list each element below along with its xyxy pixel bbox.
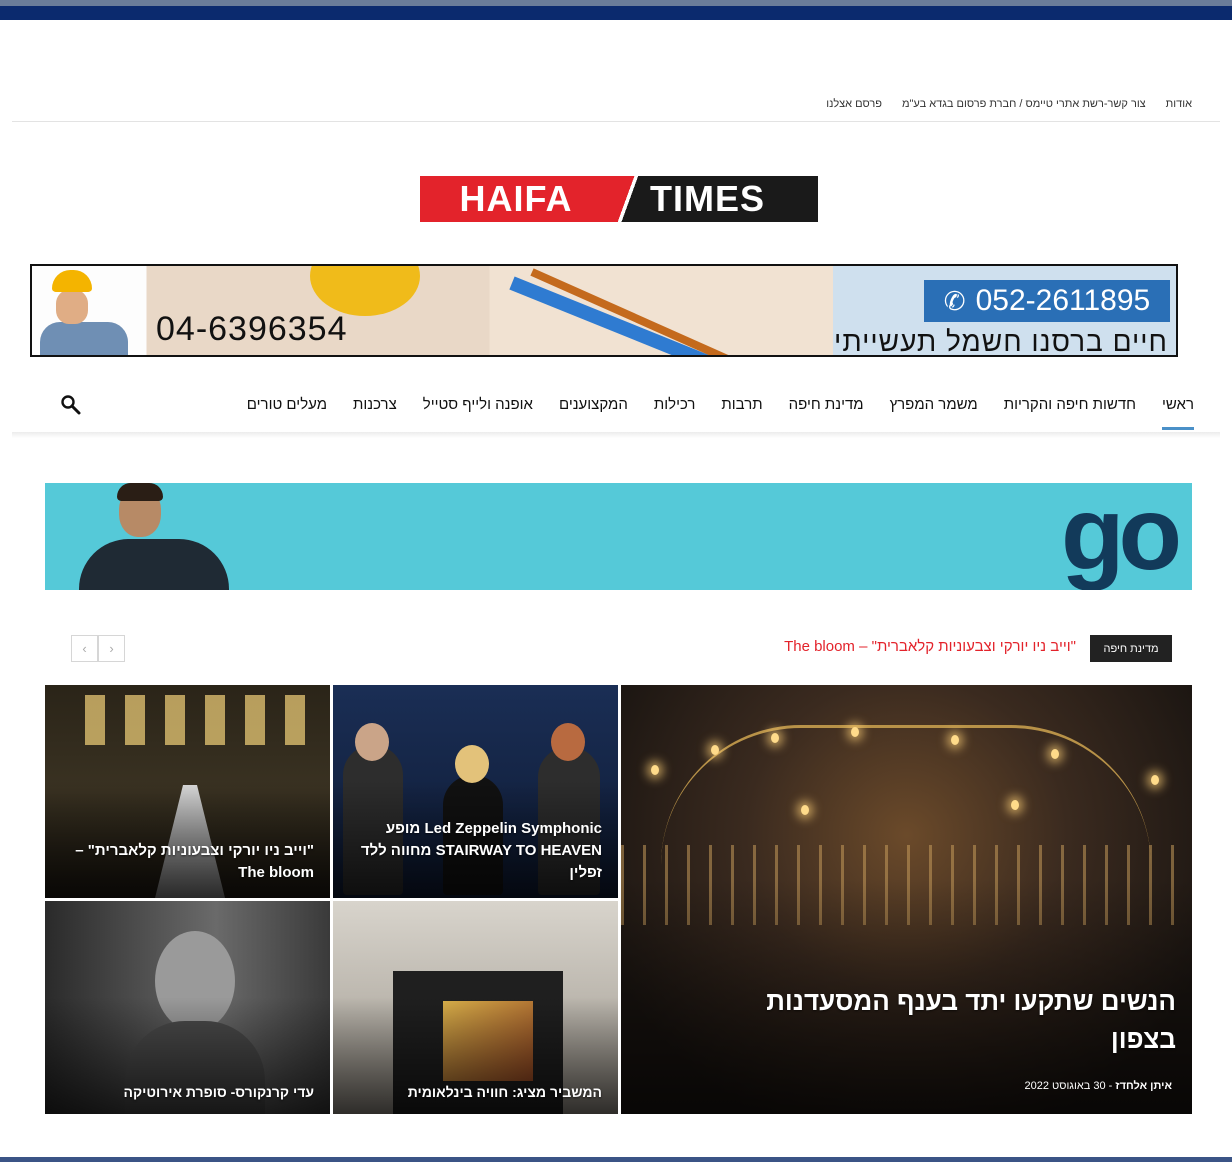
go-ad-person-image <box>79 483 229 590</box>
nav-item-gossip[interactable]: רכילות <box>654 396 696 430</box>
featured-article-date: 30 באוגוסט 2022 <box>1024 1080 1106 1092</box>
ticker-next-button[interactable]: › <box>98 635 125 662</box>
article-hamashbir[interactable]: המשביר מציג: חוויה בינלאומית <box>333 901 618 1114</box>
article-the-bloom-title[interactable]: "וייב ניו יורקי וצבעוניות קלאברית" – The… <box>54 840 314 884</box>
ticker-arrows: ‹ › <box>71 635 125 662</box>
article-adi-krankurs-title[interactable]: עדי קרנקורס- סופרת אירוטיקה <box>54 1084 315 1100</box>
chevron-right-icon: › <box>109 641 114 656</box>
logo-mark-icon <box>612 176 642 222</box>
article-led-zeppelin-title[interactable]: Led Zeppelin Symphonic מופע STAIRWAY TO … <box>342 818 602 884</box>
main-navigation: ראשי חדשות חיפה והקריות משמר המפרץ מדינת… <box>247 396 1194 430</box>
featured-article-meta: איתן אלחדז - 30 באוגוסט 2022 <box>1024 1080 1172 1092</box>
ticker-headline[interactable]: "וייב ניו יורקי וצבעוניות קלאברית" – The… <box>784 638 1076 655</box>
ad-worker-image <box>38 270 130 355</box>
ad-phone-right: 052-2611895 <box>975 284 1151 317</box>
phone-icon: ✆ <box>943 285 966 316</box>
top-menu-divider <box>12 121 1220 122</box>
top-color-strip <box>0 0 1232 20</box>
site-logo[interactable]: HAIFA TIMES <box>420 176 818 222</box>
ticker-category-badge[interactable]: מדינת חיפה <box>1090 635 1172 662</box>
article-led-zeppelin[interactable]: Led Zeppelin Symphonic מופע STAIRWAY TO … <box>333 685 618 898</box>
article-hamashbir-title[interactable]: המשביר מציג: חוויה בינלאומית <box>342 1084 602 1100</box>
logo-times: TIMES <box>642 176 818 222</box>
go-ad-banner[interactable]: go <box>45 483 1192 590</box>
nav-item-consumer[interactable]: צרכנות <box>353 396 397 430</box>
ad-phone-box: ✆ 052-2611895 <box>924 280 1170 322</box>
ticker-prev-button[interactable]: ‹ <box>71 635 98 662</box>
article-the-bloom[interactable]: "וייב ניו יורקי וצבעוניות קלאברית" – The… <box>45 685 330 898</box>
featured-article-restaurants[interactable]: הנשים שתקעו יתד בענף המסעדנות בצפון איתן… <box>621 685 1192 1114</box>
electrician-ad-banner[interactable]: 04-6396354 ✆ 052-2611895 חיים ברסנו חשמל… <box>30 264 1178 357</box>
ad-tape-graphic <box>310 266 420 316</box>
search-icon[interactable] <box>60 394 82 416</box>
nav-shadow <box>12 432 1220 438</box>
featured-article-title[interactable]: הנשים שתקעו יתד בענף המסעדנות בצפון <box>756 982 1176 1058</box>
featured-article-author[interactable]: איתן אלחדז <box>1115 1080 1172 1092</box>
top-utility-menu: אודות צור קשר-רשת אתרי טיימס / חברת פרסו… <box>826 98 1192 110</box>
top-menu-advertise[interactable]: פרסם אצלנו <box>826 98 882 110</box>
nav-item-professionals[interactable]: המקצוענים <box>559 396 628 430</box>
ad-phone-left: 04-6396354 <box>156 310 348 348</box>
nav-item-home[interactable]: ראשי <box>1162 396 1194 430</box>
logo-haifa: HAIFA <box>420 176 612 222</box>
article-adi-krankurs[interactable]: עדי קרנקורס- סופרת אירוטיקה <box>45 901 330 1114</box>
go-logo: go <box>1060 483 1182 590</box>
nav-item-haifa-news[interactable]: חדשות חיפה והקריות <box>1004 396 1136 430</box>
ad-business-name: חיים ברסנו חשמל תעשייתי <box>834 326 1168 357</box>
nav-item-medinat-haifa[interactable]: מדינת חיפה <box>789 396 864 430</box>
nav-item-opinion[interactable]: מעלים טורים <box>247 396 327 430</box>
nav-item-mishmar-hamifratz[interactable]: משמר המפרץ <box>890 396 978 430</box>
nav-item-fashion[interactable]: אופנה ולייף סטייל <box>423 396 533 430</box>
top-menu-contact[interactable]: צור קשר-רשת אתרי טיימס / חברת פרסום בגדא… <box>902 98 1146 110</box>
top-menu-about[interactable]: אודות <box>1166 98 1192 110</box>
chevron-left-icon: ‹ <box>82 641 87 656</box>
nav-item-culture[interactable]: תרבות <box>721 396 762 430</box>
bottom-color-strip <box>0 1157 1232 1162</box>
